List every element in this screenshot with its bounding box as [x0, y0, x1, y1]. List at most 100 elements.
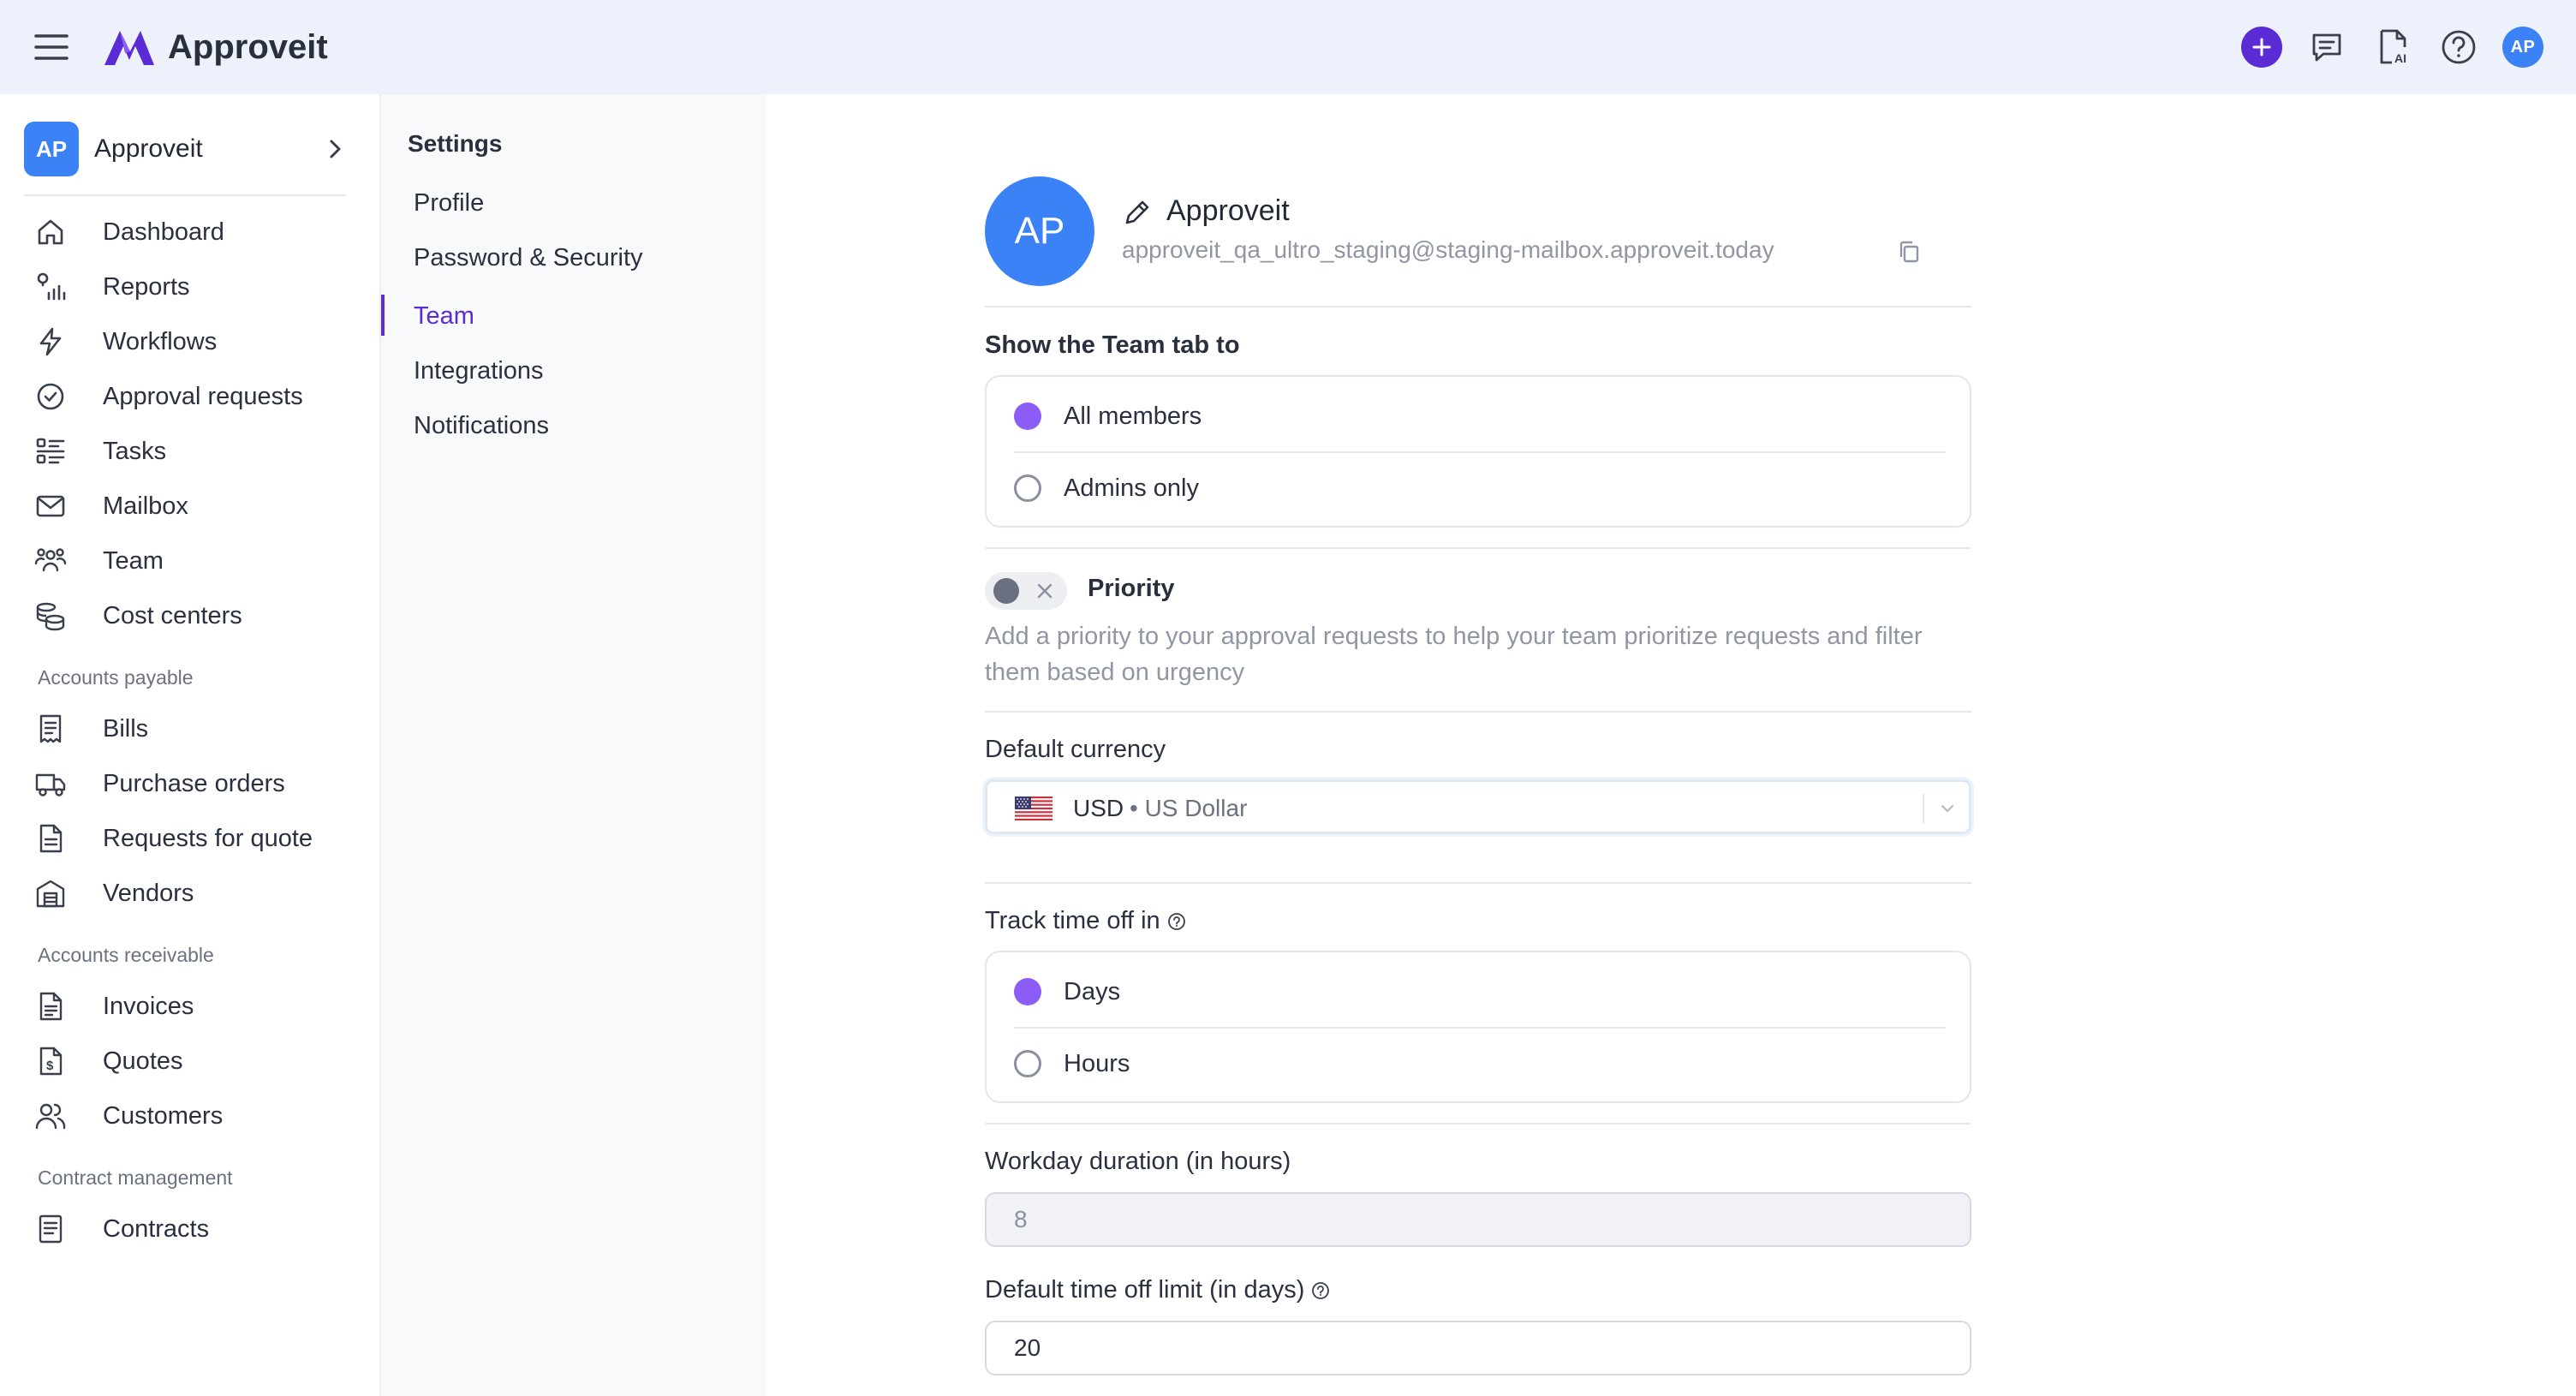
sidebar-item-customers[interactable]: Customers	[34, 1095, 360, 1137]
pencil-icon[interactable]	[1122, 197, 1153, 228]
radio-all-members[interactable]: All members	[1014, 391, 1946, 442]
settings-item-team[interactable]: Team	[414, 296, 739, 336]
truck-icon	[34, 767, 67, 800]
sidebar-item-label: Requests for quote	[103, 824, 313, 852]
org-switcher[interactable]: AP Approveit	[24, 122, 348, 176]
sidebar-item-label: Tasks	[103, 437, 167, 465]
sidebar-item-cost-centers[interactable]: Cost centers	[34, 594, 360, 637]
sidebar-item-label: Cost centers	[103, 601, 242, 629]
sidebar-item-workflows[interactable]: Workflows	[34, 320, 360, 363]
active-indicator	[381, 295, 385, 336]
sidebar-item-label: Purchase orders	[103, 769, 285, 797]
ai-document-icon[interactable]: AI	[2373, 27, 2414, 68]
radio-button-checked	[1014, 403, 1041, 430]
sidebar-item-contracts[interactable]: Contracts	[34, 1208, 360, 1250]
help-icon[interactable]	[1311, 1281, 1330, 1300]
sidebar-item-label: Customers	[103, 1101, 224, 1130]
plus-icon[interactable]	[2241, 27, 2282, 68]
settings-item-password-security[interactable]: Password & Security	[414, 238, 739, 277]
workday-duration-input[interactable]: 8	[985, 1192, 1971, 1247]
divider	[1014, 1027, 1946, 1029]
time-off-unit-group: Days Hours	[985, 951, 1971, 1103]
sidebar-item-dashboard[interactable]: Dashboard	[34, 211, 360, 254]
section-title-accounts-payable: Accounts payable	[38, 666, 194, 689]
workday-duration-label: Workday duration (in hours)	[985, 1148, 1291, 1175]
sidebar-item-team[interactable]: Team	[34, 540, 360, 582]
settings-item-profile[interactable]: Profile	[414, 183, 739, 223]
sidebar-item-approval-requests[interactable]: Approval requests	[34, 375, 360, 418]
priority-label: Priority	[1088, 575, 1175, 602]
sidebar-item-purchase-orders[interactable]: Purchase orders	[34, 762, 360, 805]
chevron-right-icon	[322, 136, 348, 162]
contract-icon	[34, 1213, 67, 1245]
help-icon[interactable]	[1167, 912, 1186, 931]
radio-label: Days	[1064, 977, 1121, 1005]
radio-hours[interactable]: Hours	[1014, 1038, 1946, 1089]
sidebar-item-label: Approval requests	[103, 382, 303, 410]
time-off-unit-label: Track time off in	[985, 907, 1186, 935]
divider	[985, 882, 1971, 884]
profile-avatar: AP	[985, 176, 1094, 286]
time-off-limit-input[interactable]: 20	[985, 1321, 1971, 1375]
divider	[1014, 451, 1946, 453]
profile-email: approveit_qa_ultro_staging@staging-mailb…	[1122, 236, 1774, 263]
time-off-limit-label: Default time off limit (in days)	[985, 1276, 1330, 1304]
currency-name: • US Dollar	[1130, 795, 1248, 821]
priority-toggle[interactable]	[985, 572, 1067, 610]
us-flag-icon	[1015, 796, 1052, 820]
approveit-logo[interactable]	[101, 26, 158, 69]
currency-select[interactable]: USD • US Dollar	[985, 779, 1971, 834]
radio-days[interactable]: Days	[1014, 966, 1946, 1017]
priority-description: Add a priority to your approval requests…	[985, 623, 1923, 686]
invoice-icon	[34, 990, 67, 1023]
divider	[985, 547, 1971, 549]
divider	[985, 1123, 1971, 1125]
org-name: Approveit	[94, 134, 203, 163]
org-avatar: AP	[24, 122, 79, 176]
settings-item-integrations[interactable]: Integrations	[414, 351, 739, 391]
radio-label: Hours	[1064, 1049, 1130, 1077]
chevron-down-icon	[1938, 799, 1957, 818]
radio-button-checked	[1014, 978, 1041, 1005]
copy-icon[interactable]	[1896, 239, 1922, 265]
svg-text:$: $	[46, 1059, 54, 1073]
receipt-icon	[34, 713, 67, 745]
dollar-document-icon: $	[34, 1045, 67, 1077]
sidebar-item-tasks[interactable]: Tasks	[34, 430, 360, 473]
sidebar-item-bills[interactable]: Bills	[34, 707, 360, 750]
user-avatar[interactable]: AP	[2502, 27, 2543, 68]
sidebar-item-reports[interactable]: Reports	[34, 265, 360, 308]
help-icon[interactable]	[2438, 27, 2479, 68]
sidebar-item-label: Contracts	[103, 1214, 210, 1243]
sidebar-item-vendors[interactable]: Vendors	[34, 872, 360, 915]
profile-name: Approveit	[1166, 194, 1290, 227]
team-tab-visibility-group: All members Admins only	[985, 375, 1971, 528]
customers-icon	[34, 1100, 67, 1132]
sidebar-item-label: Vendors	[103, 879, 194, 907]
team-icon	[34, 545, 67, 577]
sidebar-item-label: Reports	[103, 272, 190, 301]
sidebar-item-label: Invoices	[103, 992, 194, 1020]
toggle-knob	[993, 578, 1019, 604]
sidebar: AP Approveit Dashboard Reports Workflows…	[0, 94, 381, 1396]
radio-label: All members	[1064, 402, 1202, 430]
document-icon	[34, 822, 67, 855]
sidebar-item-invoices[interactable]: Invoices	[34, 985, 360, 1028]
sidebar-item-requests-for-quote[interactable]: Requests for quote	[34, 817, 360, 860]
coins-icon	[34, 600, 67, 632]
settings-item-notifications[interactable]: Notifications	[414, 406, 739, 445]
sidebar-item-label: Workflows	[103, 327, 218, 355]
hamburger-menu-icon[interactable]	[33, 31, 70, 63]
radio-admins-only[interactable]: Admins only	[1014, 462, 1946, 514]
building-icon	[34, 877, 67, 910]
sidebar-item-mailbox[interactable]: Mailbox	[34, 485, 360, 528]
sidebar-item-quotes[interactable]: $ Quotes	[34, 1040, 360, 1083]
sidebar-item-label: Mailbox	[103, 492, 188, 520]
divider	[985, 306, 1971, 307]
home-icon	[34, 216, 67, 248]
team-tab-visibility-label: Show the Team tab to	[985, 331, 1240, 359]
chat-icon[interactable]	[2306, 27, 2347, 68]
radio-label: Admins only	[1064, 474, 1199, 502]
section-title-accounts-receivable: Accounts receivable	[38, 944, 214, 966]
top-bar: Approveit AI AP	[0, 0, 2576, 94]
